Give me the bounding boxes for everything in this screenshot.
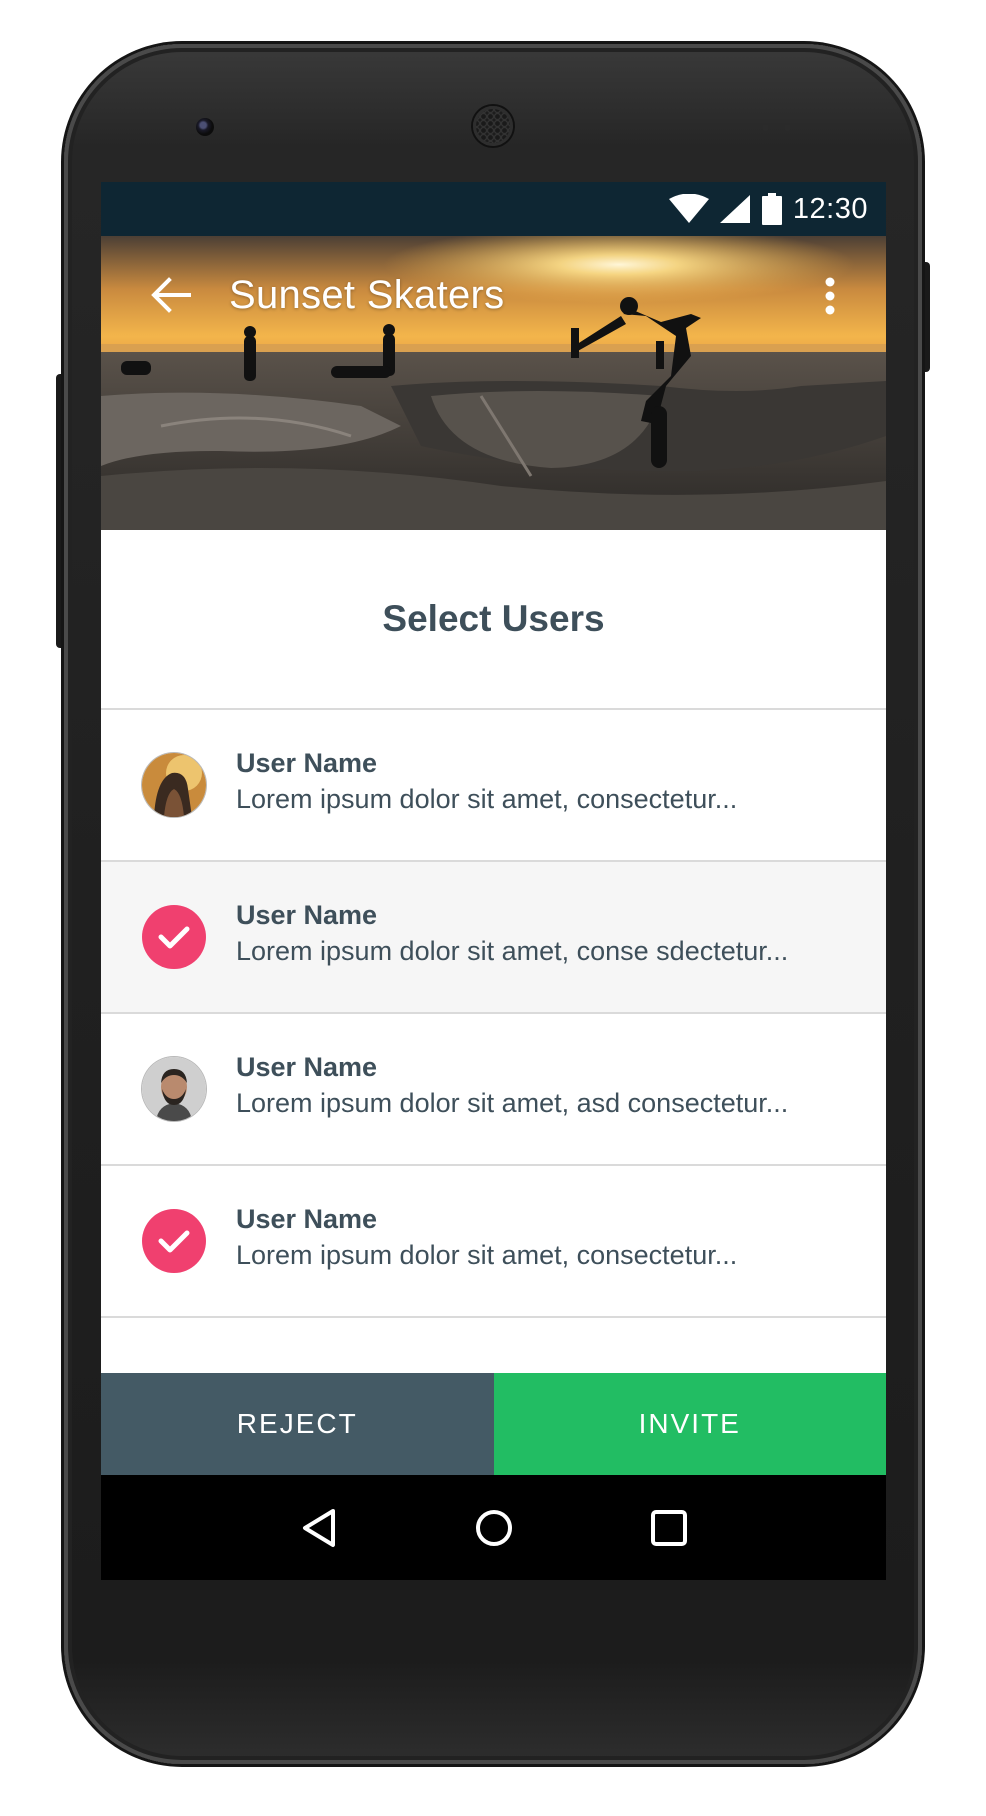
user-text: User Name Lorem ipsum dolor sit amet, as… bbox=[236, 1050, 788, 1122]
nav-recents-button[interactable] bbox=[639, 1498, 699, 1558]
action-bar: REJECT INVITE bbox=[101, 1373, 886, 1475]
reject-button[interactable]: REJECT bbox=[101, 1373, 494, 1475]
user-text: User Name Lorem ipsum dolor sit amet, co… bbox=[236, 1202, 737, 1274]
navigation-bar bbox=[101, 1475, 886, 1580]
speaker-grille bbox=[473, 106, 513, 146]
selected-badge bbox=[142, 1209, 206, 1273]
arrow-back-icon bbox=[151, 277, 191, 313]
toolbar: Sunset Skaters bbox=[101, 236, 886, 354]
user-description: Lorem ipsum dolor sit amet, conse sdecte… bbox=[236, 936, 789, 966]
battery-icon bbox=[761, 193, 782, 225]
woman-avatar bbox=[142, 753, 206, 817]
user-row[interactable]: User Name Lorem ipsum dolor sit amet, co… bbox=[101, 862, 886, 1014]
avatar bbox=[142, 905, 206, 969]
check-icon bbox=[158, 1230, 190, 1253]
user-description: Lorem ipsum dolor sit amet, consectetur.… bbox=[236, 1240, 738, 1270]
stage: 12:30 Sunset Skaters Select Users User N… bbox=[0, 0, 986, 1816]
status-bar: 12:30 bbox=[101, 182, 886, 236]
wifi-icon bbox=[668, 194, 709, 223]
more-vert-icon bbox=[825, 277, 835, 315]
status-time: 12:30 bbox=[792, 192, 868, 225]
user-list: User Name Lorem ipsum dolor sit amet, co… bbox=[101, 710, 886, 1318]
overflow-menu-button[interactable] bbox=[808, 274, 852, 318]
user-description: Lorem ipsum dolor sit amet, asd consecte… bbox=[236, 1088, 789, 1118]
user-text: User Name Lorem ipsum dolor sit amet, co… bbox=[236, 898, 788, 970]
user-name: User Name bbox=[236, 1204, 378, 1234]
selected-badge bbox=[142, 905, 206, 969]
page-title: Sunset Skaters bbox=[229, 272, 505, 317]
avatar bbox=[142, 1057, 206, 1121]
user-name: User Name bbox=[236, 900, 378, 930]
front-camera-icon bbox=[196, 118, 214, 136]
man-avatar bbox=[142, 1057, 206, 1121]
user-row[interactable]: User Name Lorem ipsum dolor sit amet, as… bbox=[101, 1014, 886, 1166]
user-name: User Name bbox=[236, 1052, 378, 1082]
user-description: Lorem ipsum dolor sit amet, consectetur.… bbox=[236, 784, 738, 814]
avatar bbox=[142, 753, 206, 817]
user-name: User Name bbox=[236, 748, 378, 778]
nav-home-button[interactable] bbox=[464, 1498, 524, 1558]
screen: 12:30 Sunset Skaters Select Users User N… bbox=[101, 182, 886, 1580]
header-banner: Sunset Skaters bbox=[101, 236, 886, 530]
section-title: Select Users bbox=[101, 530, 886, 710]
user-row[interactable]: User Name Lorem ipsum dolor sit amet, co… bbox=[101, 1166, 886, 1318]
sensor-dot bbox=[784, 124, 791, 131]
signal-icon bbox=[719, 195, 750, 223]
back-button[interactable] bbox=[131, 255, 211, 335]
back-triangle-icon bbox=[302, 1508, 335, 1547]
avatar bbox=[142, 1209, 206, 1273]
check-icon bbox=[158, 926, 190, 949]
sensor-dot bbox=[762, 124, 769, 131]
nav-back-button[interactable] bbox=[289, 1498, 349, 1558]
home-circle-icon bbox=[475, 1509, 512, 1546]
recents-square-icon bbox=[650, 1509, 687, 1546]
user-row[interactable]: User Name Lorem ipsum dolor sit amet, co… bbox=[101, 710, 886, 862]
invite-button[interactable]: INVITE bbox=[493, 1373, 886, 1475]
user-text: User Name Lorem ipsum dolor sit amet, co… bbox=[236, 746, 737, 818]
